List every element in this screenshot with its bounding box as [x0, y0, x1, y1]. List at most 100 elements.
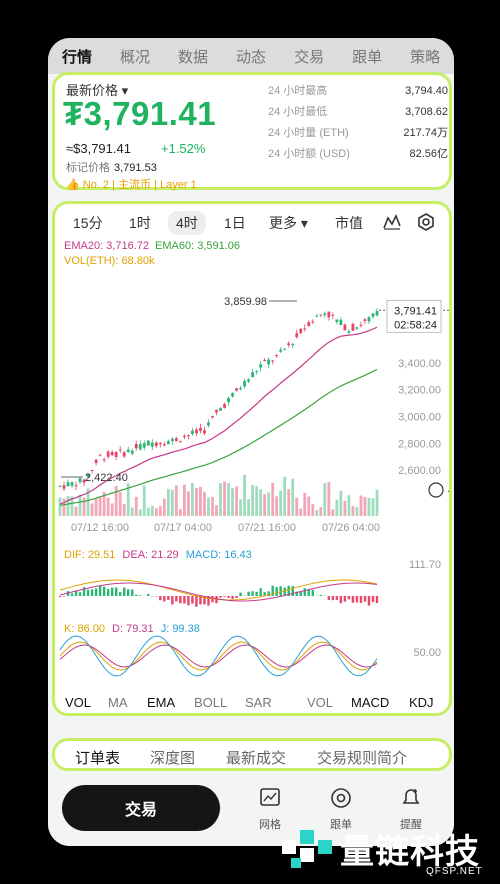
volume-bar — [315, 509, 319, 516]
volume-bar — [219, 483, 222, 516]
volume-bar — [239, 499, 242, 516]
candle — [235, 388, 238, 391]
tab-market[interactable]: 行情 — [62, 46, 92, 67]
tab-overview[interactable]: 概况 — [120, 46, 150, 67]
volume-bar — [347, 495, 351, 516]
ind-boll[interactable]: BOLL — [194, 695, 227, 710]
ind-vol-sub[interactable]: VOL — [307, 695, 333, 710]
candle — [142, 443, 146, 448]
trade-button[interactable]: 交易 — [62, 785, 220, 831]
coin-tags[interactable]: 👍 No. 2 | 主流币 | Layer 1 — [66, 176, 197, 192]
tab-news[interactable]: 动态 — [236, 46, 266, 67]
macd-bar — [235, 596, 238, 598]
macd-bar — [70, 593, 74, 596]
tab-rules[interactable]: 交易规则简介 — [317, 747, 407, 768]
macd-bar — [303, 588, 306, 596]
macd-bar — [86, 589, 90, 596]
ind-ema[interactable]: EMA — [147, 695, 175, 710]
tab-copy[interactable]: 跟单 — [352, 46, 382, 67]
candle — [343, 324, 347, 331]
volume-bar — [211, 496, 214, 516]
volume-bar — [138, 509, 142, 516]
kdj-legend: K: 86.00 D: 79.31 J: 99.38 — [64, 623, 200, 635]
volume-bar — [339, 490, 343, 516]
tab-trade[interactable]: 交易 — [294, 46, 324, 67]
candle — [331, 314, 335, 316]
candle — [199, 427, 202, 431]
volume-bar — [182, 484, 186, 516]
y-tick-label: 3,000.00 — [398, 411, 441, 423]
candle — [283, 348, 287, 350]
volume-bar — [327, 482, 331, 516]
candle — [351, 323, 355, 331]
candle — [307, 322, 311, 327]
ind-vol[interactable]: VOL — [65, 695, 91, 710]
candle — [110, 451, 114, 456]
ind-kdj[interactable]: KDJ — [409, 695, 434, 710]
macd-bar — [183, 596, 186, 604]
grid-icon — [260, 788, 280, 806]
volume-bar — [90, 503, 94, 516]
volume-bar — [178, 509, 182, 516]
volume-bar — [110, 503, 114, 516]
candle — [251, 372, 255, 378]
volume-bar — [307, 496, 311, 516]
watermark-logo-icon — [282, 830, 332, 868]
candle — [371, 313, 375, 317]
macd-bar — [347, 596, 351, 600]
macd-bar — [227, 596, 230, 598]
macd-bar — [94, 588, 98, 596]
x-tick-label: 07/21 16:00 — [238, 522, 296, 534]
tab-orderbook[interactable]: 订单表 — [75, 747, 120, 768]
x-tick-label: 07/17 04:00 — [154, 522, 212, 534]
macd-bar — [139, 595, 142, 596]
volume-bar — [367, 497, 371, 516]
ind-macd[interactable]: MACD — [351, 695, 389, 710]
candle — [170, 438, 174, 442]
candle — [130, 450, 134, 454]
candle — [102, 459, 106, 461]
macd-bar — [299, 591, 302, 596]
candle — [267, 359, 271, 365]
candle — [259, 364, 263, 368]
ind-ma[interactable]: MA — [108, 695, 128, 710]
tab-data[interactable]: 数据 — [178, 46, 208, 67]
volume-bar — [146, 507, 150, 516]
candle — [203, 430, 206, 434]
ind-sar[interactable]: SAR — [245, 695, 272, 710]
tab-trades[interactable]: 最新成交 — [226, 747, 286, 768]
volume-bar — [223, 481, 226, 516]
macd-bar — [251, 591, 254, 596]
tab-strategy[interactable]: 策略 — [410, 46, 440, 67]
high-label: 3,859.98 — [224, 296, 267, 308]
macd-bar — [167, 596, 170, 600]
candle — [295, 333, 299, 337]
volume-bar — [98, 497, 102, 516]
kline-chart[interactable]: 3,400.00 3,200.00 3,000.00 2,800.00 2,600.00… — [55, 204, 449, 713]
last-price: ₮3,791.41 — [63, 95, 217, 132]
macd-bar — [247, 591, 250, 596]
stat-low: 24 小时最低 3,708.62 — [268, 106, 448, 118]
volume-bar — [130, 507, 134, 516]
macd-bar — [327, 596, 331, 600]
j-line — [59, 635, 378, 677]
volume-bar — [227, 483, 230, 516]
k-line — [59, 641, 378, 671]
volume-bar — [371, 498, 375, 516]
macd-bar — [239, 592, 242, 596]
candle — [94, 459, 98, 464]
candle — [146, 440, 150, 446]
macd-bar — [343, 596, 347, 602]
macd-bar — [171, 596, 174, 605]
tab-depth[interactable]: 深度图 — [150, 747, 195, 768]
y-tick-label: 2,800.00 — [398, 438, 441, 450]
price-card: 最新价格 ▾ ₮3,791.41 ≈$3,791.41 +1.52% 标记价格 3… — [52, 72, 452, 192]
candle — [150, 442, 154, 447]
volume-bar — [287, 489, 291, 516]
candle — [227, 397, 230, 403]
volume-bar — [291, 478, 295, 516]
volume-bar — [142, 485, 146, 516]
candle — [78, 478, 82, 483]
volume-bar — [106, 497, 110, 516]
macd-bar — [98, 585, 102, 596]
